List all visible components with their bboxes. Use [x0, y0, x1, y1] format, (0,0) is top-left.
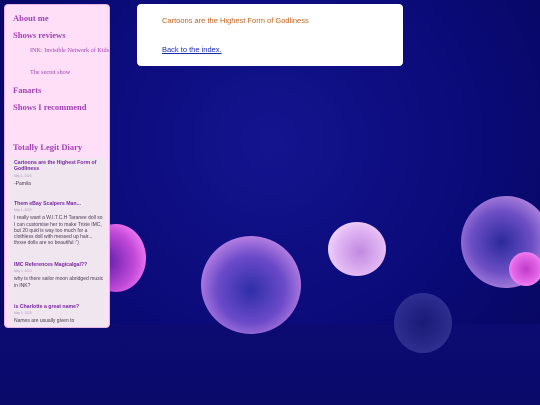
diary-post-date: May 1, 2023	[14, 311, 32, 316]
diary-title: Totally Legit Diary	[13, 142, 83, 152]
bubble-decoration	[509, 252, 540, 286]
diary-post-title[interactable]: IMC References Magicalgal??	[14, 262, 104, 268]
diary-post: IMC References Magicalgal?? May 1, 2023 …	[14, 262, 104, 289]
diary-post-title[interactable]: Cartoons are the Highest Form of Godline…	[14, 160, 104, 173]
bubble-decoration	[394, 293, 452, 353]
sidebar: About me Shows reviews INK: Invisible Ne…	[4, 4, 110, 328]
nav-fanarts-link[interactable]: Fanarts	[13, 85, 41, 95]
diary-post: is Charlotte a great name? May 1, 2023 N…	[14, 304, 104, 325]
diary-post-body: -Pamila	[14, 180, 31, 187]
bubble-decoration	[201, 236, 301, 334]
diary-post-body: Names are usually given to	[14, 318, 75, 325]
diary-post-date: May 1, 2023	[14, 269, 32, 274]
diary-post: Cartoons are the Highest Form of Godline…	[14, 160, 104, 187]
nav-secret-show-review-link[interactable]: The secret show	[30, 69, 109, 77]
diary-post: Them eBay Scalpers Man... May 1, 2023 I …	[14, 201, 104, 246]
diary-post-title[interactable]: Them eBay Scalpers Man...	[14, 201, 104, 207]
bubble-decoration	[328, 222, 386, 276]
diary-post-body: I really want a W.I.T.C.H Taranee doll s…	[14, 215, 103, 247]
nav-about-link[interactable]: About me	[13, 13, 49, 23]
nav-shows-reviews-link[interactable]: Shows reviews	[13, 30, 66, 40]
back-to-index-link[interactable]: Back to the index.	[162, 45, 222, 54]
background-floor	[0, 324, 540, 405]
nav-ink-review-link[interactable]: INK: Invisible Network of Kids	[30, 47, 109, 55]
page-title: Cartoons are the Highest Form of Godline…	[162, 16, 309, 25]
diary-post-title[interactable]: is Charlotte a great name?	[14, 304, 104, 310]
diary-post-date: May 1, 2023	[14, 173, 32, 178]
bubble-decoration	[461, 196, 540, 288]
nav-shows-recommend-link[interactable]: Shows I recommend	[13, 102, 87, 112]
diary-feed[interactable]: Cartoons are the Highest Form of Godline…	[9, 158, 105, 327]
content-panel: Cartoons are the Highest Form of Godline…	[137, 4, 403, 66]
diary-post-body: why is there sailor moon abridged music …	[14, 276, 104, 289]
diary-post-date: May 1, 2023	[14, 208, 32, 213]
